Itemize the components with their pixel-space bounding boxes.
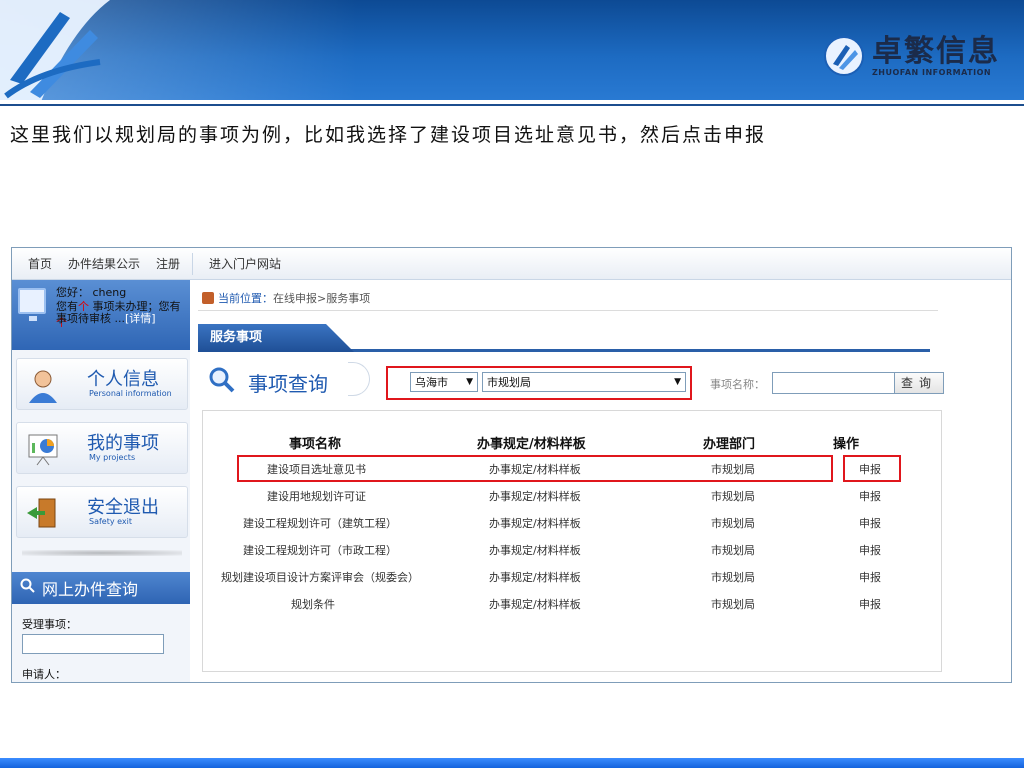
logo-mark-icon [0,0,110,104]
sidebar-shadow [22,550,182,556]
row-docs-link[interactable]: 办事规定/材料样板 [489,488,581,504]
row-dept: 市规划局 [711,571,755,584]
slide-caption: 这里我们以规划局的事项为例，比如我选择了建设项目选址意见书，然后点击申报 [10,124,767,146]
row-item-name: 建设用地规划许可证 [267,490,366,503]
sidebar-safe-exit[interactable]: 安全退出 Safety exit [16,486,188,538]
nav-portal[interactable]: 进入门户网站 [209,255,281,272]
sidebar-card-subtitle: Safety exit [89,517,133,526]
sidebar-card-title: 安全退出 [87,497,159,518]
highlight-apply-link [843,455,901,482]
table-row: 规划建设项目设计方案评审会（规委会） 办事规定/材料样板 市规划局 申报 [203,565,943,587]
table-row: 规划条件 办事规定/材料样板 市规划局 申报 [203,592,943,614]
breadcrumb-path: 在线申报>服务事项 [273,292,371,305]
row-docs-link[interactable]: 办事规定/材料样板 [489,596,581,612]
item-name-label: 事项名称： [710,378,765,391]
nav-results[interactable]: 办件结果公示 [68,255,140,272]
sidebar-my-projects[interactable]: 我的事项 My projects [16,422,188,474]
online-search-title: 网上办件查询 [42,580,139,599]
row-docs-link[interactable]: 办事规定/材料样板 [489,515,581,531]
row-docs-link[interactable]: 办事规定/材料样板 [489,569,581,585]
table-row: 建设工程规划许可（建筑工程） 办事规定/材料样板 市规划局 申报 [203,511,943,533]
detail-link[interactable]: [详情] [125,312,156,325]
tab-bar: 服务事项 [198,324,930,352]
row-dept: 市规划局 [711,544,755,557]
top-nav: 首页 办件结果公示 注册 进入门户网站 [12,248,1011,280]
chart-board-icon [28,434,58,466]
highlight-selected-row [237,455,833,482]
search-icon [20,578,36,598]
sidebar-card-title: 我的事项 [87,433,159,454]
nav-home[interactable]: 首页 [28,255,52,272]
location-icon [202,292,214,304]
breadcrumb-label: 当前位置： [218,292,273,305]
highlight-select-box [386,366,692,400]
online-search-header: 网上办件查询 [12,572,190,604]
col-header-op: 操作 [833,437,860,452]
row-item-name: 建设工程规划许可（建筑工程） [243,517,397,530]
sidebar: 您好： cheng 您有个 事项未办理；您有个 事项待审核 ...[详情] 个人… [12,280,190,682]
user-info-box: 您好： cheng 您有个 事项未办理；您有个 事项待审核 ...[详情] [12,280,190,350]
col-header-name: 事项名称 [289,437,342,452]
app-screenshot: 首页 办件结果公示 注册 进入门户网站 您好： cheng 您有个 事项未办理；… [11,247,1012,683]
item-name-input[interactable] [772,372,896,394]
nav-register[interactable]: 注册 [156,255,180,272]
main-content: 当前位置： 在线申报>服务事项 服务事项 事项查询 乌海市 ▼ 市规划局 ▼ 事… [198,280,958,682]
user-status-line-2: 事项待审核 ...[详情] [56,312,156,325]
sidebar-personal-info[interactable]: 个人信息 Personal information [16,358,188,410]
sidebar-card-subtitle: Personal information [89,389,172,398]
header-line [0,104,1024,106]
row-dept: 市规划局 [711,598,755,611]
accept-item-input[interactable] [22,634,164,654]
magnifier-icon [209,367,235,393]
query-button[interactable]: 查询 [894,372,944,394]
row-apply-link[interactable]: 申报 [859,596,881,612]
slide-footer-bar [0,758,1024,768]
table-row: 建设用地规划许可证 办事规定/材料样板 市规划局 申报 [203,484,943,506]
sidebar-card-title: 个人信息 [87,369,159,390]
row-apply-link[interactable]: 申报 [859,488,881,504]
row-apply-link[interactable]: 申报 [859,542,881,558]
nav-divider [192,252,194,275]
row-apply-link[interactable]: 申报 [859,569,881,585]
exit-door-icon [27,498,56,528]
row-item-name: 建设工程规划许可（市政工程） [243,544,397,557]
brand-logo-icon [824,36,864,76]
breadcrumb-divider [198,310,938,311]
slide-header: 卓繁信息 ZHUOFAN INFORMATION [0,0,1024,104]
brand-name: 卓繁信息 [872,33,1000,69]
breadcrumb: 当前位置： 在线申报>服务事项 [202,290,370,306]
row-apply-link[interactable]: 申报 [859,515,881,531]
row-dept: 市规划局 [711,490,755,503]
query-title-decoration [348,362,370,396]
applicant-label: 申请人： [22,668,66,681]
row-item-name: 规划建设项目设计方案评审会（规委会） [221,571,419,584]
monitor-icon [18,288,46,321]
accept-item-label: 受理事项： [22,618,77,631]
person-icon [29,370,57,403]
col-header-docs: 办事规定/材料样板 [477,437,586,452]
col-header-dept: 办理部门 [703,437,756,452]
table-row: 建设工程规划许可（市政工程） 办事规定/材料样板 市规划局 申报 [203,538,943,560]
brand-english: ZHUOFAN INFORMATION [872,67,992,77]
query-title: 事项查询 [248,372,328,396]
row-item-name: 规划条件 [291,598,335,611]
tab-service-items[interactable]: 服务事项 [198,324,354,352]
items-table: 事项名称 办事规定/材料样板 办理部门 操作 建设项目选址意见书 办事规定/材料… [202,410,942,672]
brand: 卓繁信息 ZHUOFAN INFORMATION [824,28,1000,84]
sidebar-card-subtitle: My projects [89,453,136,462]
row-docs-link[interactable]: 办事规定/材料样板 [489,542,581,558]
row-dept: 市规划局 [711,517,755,530]
